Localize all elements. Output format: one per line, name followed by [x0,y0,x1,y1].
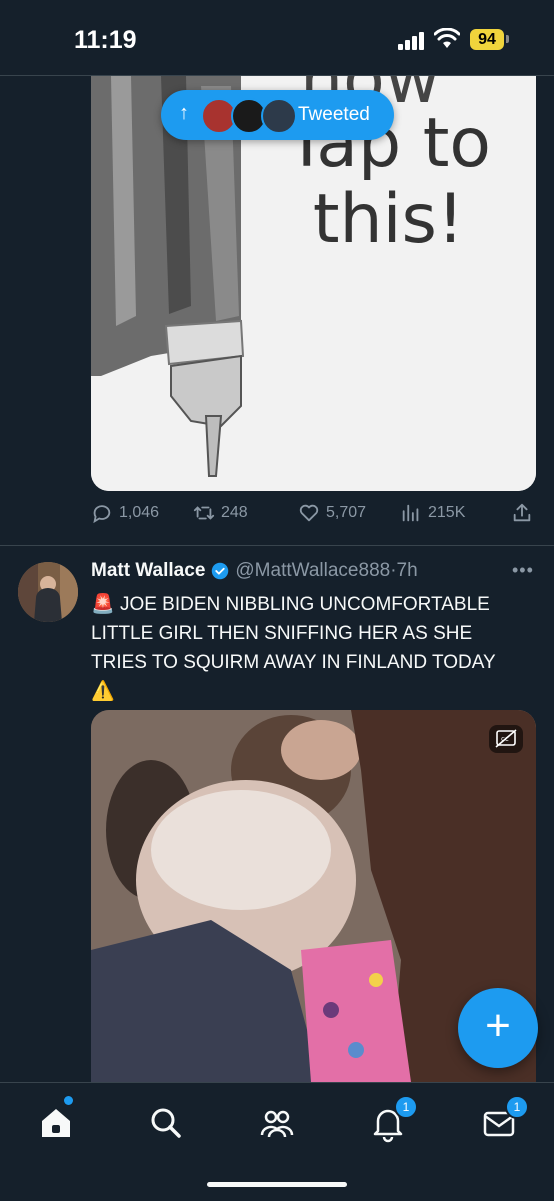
communities-icon[interactable] [257,1103,297,1143]
share-button[interactable] [511,502,539,524]
verified-badge-icon [212,562,229,580]
retweet-count: 248 [221,504,248,521]
reply-button[interactable]: 1,046 [91,502,159,524]
pill-avatar-3 [261,98,297,134]
status-time: 11:19 [74,26,137,54]
share-icon [513,503,531,522]
retweet-button[interactable]: 248 [193,502,248,524]
avatar[interactable] [18,562,78,622]
tweet-time[interactable]: 7h [397,560,418,582]
heart-icon [299,504,319,522]
tweet-body: JOE BIDEN NIBBLING UNCOMFORTABLE LITTLE … [91,594,496,673]
view-count: 215K [428,504,466,521]
siren-emoji: 🚨 [91,594,115,615]
closed-captions-icon: cc [495,729,517,748]
tweet-header: Matt Wallace @MattWallace888 · 7h [91,560,418,582]
search-icon[interactable] [146,1103,186,1143]
home-unread-dot [64,1096,73,1105]
pill-label: Tweeted [298,104,370,125]
reply-count: 1,046 [119,504,160,521]
home-indicator [207,1182,347,1187]
cellular-signal-icon [398,32,426,50]
messages-badge: 1 [505,1095,529,1119]
bar-chart-icon [402,504,419,522]
compose-tweet-button[interactable]: + [458,988,538,1068]
wifi-icon [434,28,460,48]
warning-emoji: ⚠️ [91,681,115,702]
like-count: 5,707 [326,504,367,521]
reply-icon [93,505,111,524]
tweet-text[interactable]: 🚨 JOE BIDEN NIBBLING UNCOMFORTABLE LITTL… [91,590,531,706]
author-name[interactable]: Matt Wallace [91,560,205,582]
author-handle[interactable]: @MattWallace888 [235,560,390,582]
views-button[interactable]: 215K [400,502,465,524]
arrow-up-icon: ↑ [179,102,189,124]
closed-captions-toggle[interactable]: cc [489,725,523,753]
tweet-action-bar: 1,046 248 5,707 215K [91,502,536,530]
home-icon[interactable] [36,1103,76,1143]
battery-indicator: 94 [470,29,504,50]
like-button[interactable]: 5,707 [298,502,366,524]
status-bar: 11:19 94 [0,0,554,76]
avatar-image [18,562,78,622]
notifications-badge: 1 [394,1095,418,1119]
new-tweets-pill[interactable]: ↑ Tweeted [161,90,394,140]
divider [0,545,554,546]
battery-nub [506,35,509,43]
more-options-button[interactable]: ••• [512,560,534,581]
retweet-icon [193,506,215,520]
